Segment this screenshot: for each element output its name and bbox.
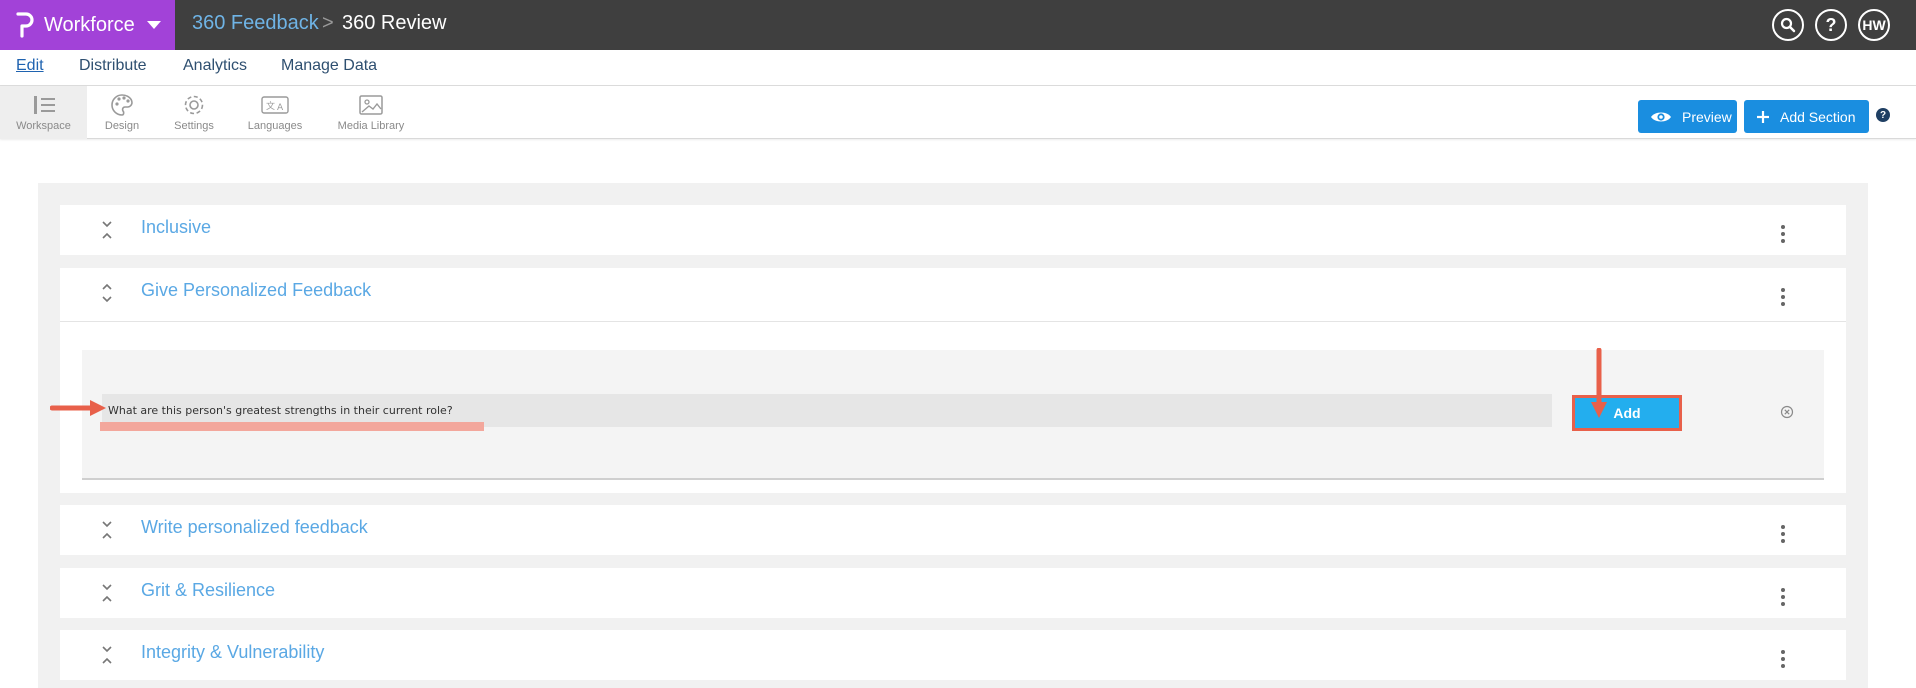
- app-switcher[interactable]: Workforce: [0, 0, 175, 50]
- expand-toggle-icon[interactable]: [100, 519, 114, 541]
- page-title: 360 Review: [342, 12, 447, 34]
- tool-label: Workspace: [16, 120, 71, 132]
- kebab-menu-icon[interactable]: [1780, 650, 1786, 670]
- kebab-menu-icon[interactable]: [1780, 225, 1786, 245]
- tool-media-library[interactable]: Media Library: [334, 86, 408, 139]
- section-integrity-vulnerability: Integrity & Vulnerability: [60, 630, 1846, 680]
- section-write-personalized-feedback: Write personalized feedback: [60, 505, 1846, 555]
- section-grit-resilience: Grit & Resilience: [60, 568, 1846, 618]
- menu-manage-data[interactable]: Manage Data: [281, 57, 377, 75]
- add-section-button[interactable]: Add Section: [1744, 100, 1869, 133]
- workspace-canvas: Inclusive Give Personalized Feedback Add: [38, 183, 1868, 688]
- menu-edit[interactable]: Edit: [16, 57, 44, 75]
- expand-toggle-icon[interactable]: [100, 219, 114, 241]
- preview-label: Preview: [1682, 108, 1732, 125]
- section-title[interactable]: Inclusive: [141, 217, 211, 238]
- chevron-down-icon: [146, 21, 161, 29]
- breadcrumb-parent[interactable]: 360 Feedback: [192, 12, 319, 35]
- section-title[interactable]: Integrity & Vulnerability: [141, 642, 324, 663]
- section-title[interactable]: Write personalized feedback: [141, 517, 368, 538]
- tool-label: Media Library: [337, 120, 405, 132]
- eye-icon: [1650, 110, 1672, 124]
- svg-text:A: A: [277, 103, 284, 113]
- kebab-menu-icon[interactable]: [1780, 525, 1786, 545]
- plus-icon: [1756, 110, 1770, 124]
- top-bar: Workforce 360 Feedback > 360 Review ? HW: [0, 0, 1916, 50]
- section-give-personalized-feedback: Give Personalized Feedback Add: [50, 268, 1846, 493]
- avatar[interactable]: HW: [1858, 9, 1890, 41]
- annotation-arrow-icon: [1591, 348, 1607, 418]
- svg-text:文: 文: [266, 100, 275, 112]
- image-icon: [357, 93, 385, 117]
- tool-design[interactable]: Design: [96, 86, 148, 139]
- close-icon[interactable]: [1780, 405, 1794, 419]
- question-editor: Add: [50, 348, 1824, 480]
- section-title[interactable]: Grit & Resilience: [141, 580, 275, 601]
- kebab-menu-icon[interactable]: [1780, 588, 1786, 608]
- translate-icon: 文 A: [261, 93, 289, 117]
- tool-label: Design: [104, 120, 140, 132]
- editor-toolbar: Workspace Design Settings 文 A Languages …: [0, 86, 1916, 139]
- tool-workspace[interactable]: Workspace: [0, 86, 87, 139]
- help-button[interactable]: ?: [1815, 9, 1847, 41]
- annotation-highlight: [100, 422, 484, 431]
- menu-analytics[interactable]: Analytics: [183, 57, 247, 75]
- tool-languages[interactable]: 文 A Languages: [243, 86, 307, 139]
- brand-logo-icon: [15, 12, 35, 38]
- gear-icon: [180, 93, 208, 117]
- preview-button[interactable]: Preview: [1638, 100, 1737, 133]
- section-title[interactable]: Give Personalized Feedback: [141, 280, 371, 301]
- collapse-toggle-icon[interactable]: [100, 282, 114, 304]
- main-menu: Edit Distribute Analytics Manage Data: [0, 50, 1916, 86]
- menu-distribute[interactable]: Distribute: [79, 57, 147, 75]
- expand-toggle-icon[interactable]: [100, 582, 114, 604]
- annotation-arrow-icon: [50, 400, 106, 416]
- add-section-label: Add Section: [1780, 108, 1856, 125]
- tool-label: Languages: [247, 120, 303, 132]
- workspace-icon: [30, 93, 58, 117]
- section-divider: [60, 321, 1846, 322]
- help-icon[interactable]: ?: [1876, 108, 1890, 122]
- section-inclusive: Inclusive: [60, 205, 1846, 255]
- breadcrumb-separator-icon: >: [322, 12, 334, 34]
- search-button[interactable]: [1772, 9, 1804, 41]
- palette-icon: [108, 93, 136, 117]
- kebab-menu-icon[interactable]: [1780, 288, 1786, 308]
- expand-toggle-icon[interactable]: [100, 644, 114, 666]
- tool-settings[interactable]: Settings: [167, 86, 221, 139]
- search-icon: [1780, 17, 1796, 33]
- tool-label: Settings: [174, 120, 214, 132]
- app-name: Workforce: [44, 13, 135, 36]
